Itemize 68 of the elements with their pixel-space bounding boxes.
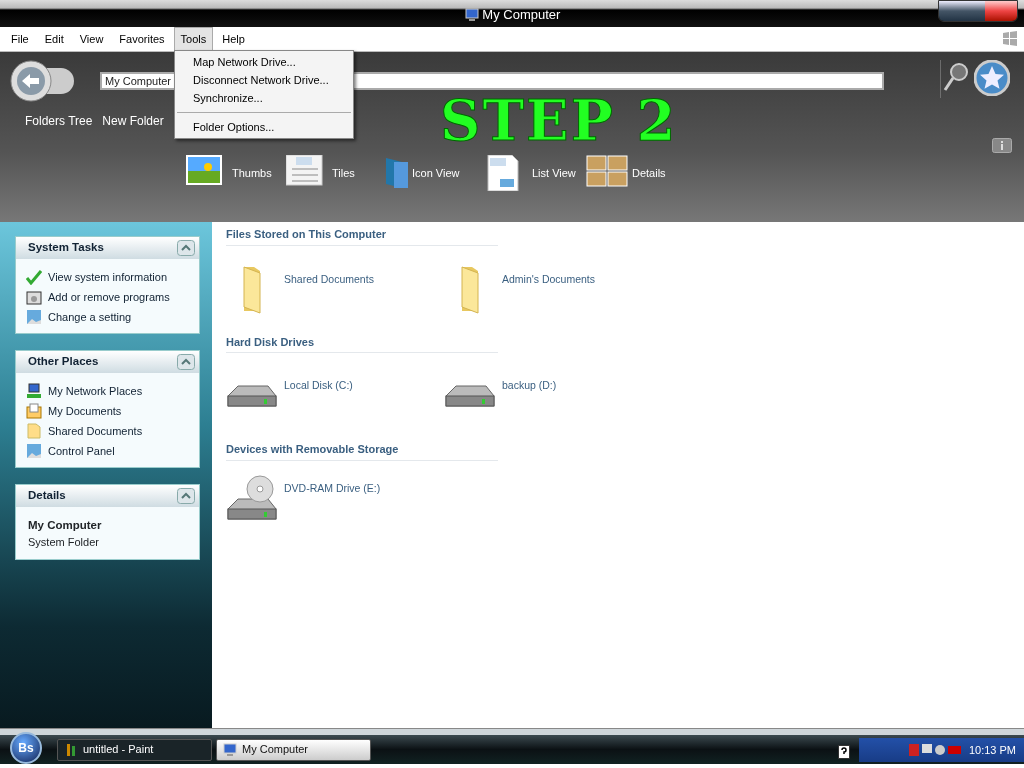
task-link[interactable]: Change a setting (26, 307, 132, 327)
menu-item[interactable]: Favorites (112, 26, 172, 52)
drive-item[interactable]: Admin's Documents (444, 265, 662, 314)
section-heading: Devices with Removable Storage (226, 441, 498, 461)
collapse-icon[interactable] (177, 488, 195, 504)
taskbar-button[interactable]: untitled - Paint (57, 738, 212, 761)
back-button-icon (10, 60, 76, 102)
menu-option[interactable]: Synchronize... (175, 89, 353, 107)
icons-view-icon (386, 158, 408, 188)
start-button[interactable]: Bs (10, 731, 42, 764)
drive-item[interactable]: backup (D:) (444, 372, 662, 422)
menu-item[interactable]: File (4, 26, 36, 52)
toolbar-button[interactable]: New Folder (102, 112, 164, 130)
task-link[interactable]: Shared Documents (26, 421, 143, 441)
menu-item[interactable]: Help (215, 26, 252, 52)
star-icon (974, 60, 1010, 96)
documents-icon (26, 403, 42, 419)
menu-item[interactable]: View (72, 26, 111, 52)
item-name: My Computer (28, 518, 103, 533)
task-link[interactable]: My Documents (26, 401, 122, 421)
section-heading: Files Stored on This Computer (226, 226, 498, 246)
network-icon (26, 383, 42, 399)
window-title: My Computer (482, 6, 561, 25)
menu-option[interactable]: Map Network Drive... (175, 53, 353, 71)
check-icon (26, 269, 42, 285)
menu-item[interactable]: Edit (37, 26, 71, 52)
step-annotation: STEP 2 (440, 92, 678, 148)
drive-item[interactable]: DVD-RAM Drive (E:) (226, 474, 444, 525)
taskbar-button[interactable]: My Computer (216, 738, 371, 761)
panel-title: Details (28, 488, 66, 504)
close-button[interactable] (985, 1, 1017, 21)
task-link[interactable]: Add or remove programs (26, 287, 170, 307)
drive-item[interactable]: Local Disk (C:) (226, 372, 444, 422)
folder-icon (243, 265, 261, 314)
task-link[interactable]: My Network Places (26, 381, 143, 401)
computer-icon (463, 7, 480, 22)
view-button[interactable]: Thumbs (186, 155, 286, 191)
view-button[interactable]: Tiles (286, 155, 386, 191)
paint-brushes-icon (64, 742, 78, 757)
view-button[interactable]: Icon View (386, 155, 486, 191)
toolbar-button[interactable]: Folders Tree (25, 112, 93, 130)
item-type: System Folder (28, 535, 100, 551)
programs-icon (26, 289, 42, 305)
panel-title: System Tasks (28, 240, 104, 256)
menu-option[interactable]: Disconnect Network Drive... (175, 71, 353, 89)
clock: 10:13 PM (968, 742, 1016, 758)
menu-option[interactable]: Folder Options... (175, 118, 353, 136)
search-icon (940, 60, 968, 98)
section-heading: Hard Disk Drives (226, 333, 498, 353)
folder-icon (461, 265, 479, 314)
windows-logo-icon (1000, 30, 1019, 49)
task-link[interactable]: Control Panel (26, 441, 115, 461)
help-icon (838, 745, 850, 760)
tray-icons-drawing (908, 742, 961, 758)
task-link[interactable]: View system information (26, 267, 167, 287)
panel-title: Other Places (28, 354, 99, 370)
maximize-button[interactable] (962, 1, 985, 21)
picture-icon (26, 309, 42, 325)
minimize-button[interactable] (939, 1, 962, 21)
drive-item[interactable]: Shared Documents (226, 265, 444, 314)
computer-icon (223, 742, 237, 757)
info-icon (992, 137, 1012, 153)
collapse-icon[interactable] (177, 240, 195, 256)
view-button[interactable]: Details (586, 155, 686, 191)
collapse-icon[interactable] (177, 354, 195, 370)
picture-icon (26, 443, 42, 459)
folder-icon (26, 423, 42, 439)
view-button[interactable]: List View (486, 155, 586, 191)
